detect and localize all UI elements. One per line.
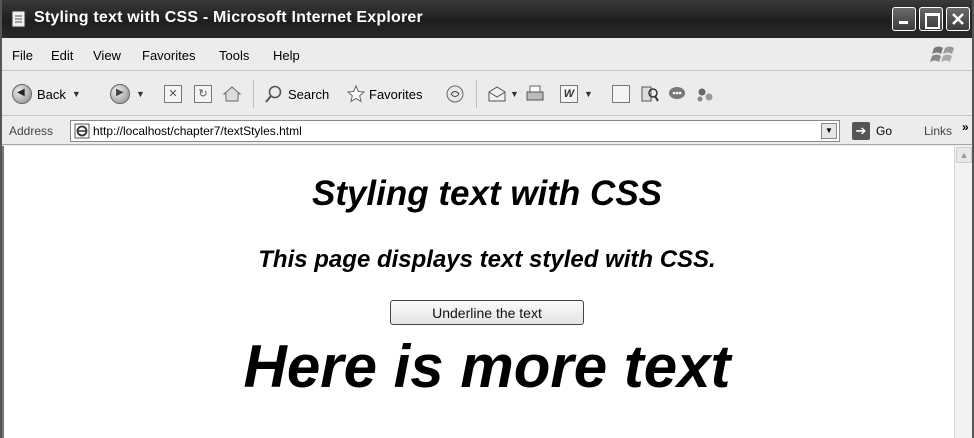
- back-arrow-icon: [12, 84, 32, 104]
- discuss-button[interactable]: [612, 82, 630, 106]
- chevron-down-icon: ▼: [71, 89, 81, 99]
- related-button[interactable]: [694, 82, 716, 106]
- related-icon: [697, 88, 713, 102]
- menu-tools[interactable]: Tools: [219, 48, 249, 63]
- search-label: Search: [288, 86, 330, 102]
- address-dropdown-button[interactable]: ▼: [821, 123, 837, 139]
- favorites-button[interactable]: Favorites: [346, 82, 422, 106]
- toolbar-divider: [253, 80, 254, 108]
- document-icon: [11, 10, 26, 28]
- back-label: Back: [37, 86, 66, 102]
- toolbar-divider: [476, 80, 477, 108]
- research-icon: [641, 86, 659, 102]
- media-button[interactable]: [444, 82, 466, 106]
- menu-view[interactable]: View: [93, 48, 121, 63]
- large-text: Here is more text: [243, 333, 731, 400]
- go-arrow-icon: ➔: [852, 122, 870, 140]
- mail-icon: [488, 86, 506, 102]
- page-heading: Styling text with CSS: [311, 174, 663, 213]
- print-button[interactable]: [524, 82, 546, 106]
- maximize-button[interactable]: [919, 7, 943, 31]
- browser-window: Styling text with CSS - Microsoft Intern…: [0, 0, 974, 438]
- menu-file[interactable]: File: [12, 48, 33, 63]
- close-icon: [952, 13, 964, 25]
- go-button[interactable]: ➔ Go: [852, 121, 892, 141]
- star-icon: [346, 84, 366, 103]
- chevron-down-icon: ▼: [136, 89, 145, 99]
- forward-arrow-icon: [110, 84, 130, 104]
- page-subheading: This page displays text styled with CSS.: [258, 246, 716, 273]
- standard-toolbar: Back ▼ ▼ ✕ ↻ Search: [2, 72, 972, 116]
- stop-button[interactable]: ✕: [164, 82, 182, 106]
- menu-edit[interactable]: Edit: [51, 48, 73, 63]
- media-icon: [446, 85, 464, 103]
- minimize-button[interactable]: [892, 7, 916, 31]
- address-label: Address: [9, 124, 54, 138]
- home-button[interactable]: [222, 82, 242, 106]
- chevron-right-icon[interactable]: »: [962, 120, 969, 134]
- back-button[interactable]: Back ▼: [12, 82, 81, 106]
- messenger-button[interactable]: [667, 82, 687, 106]
- go-label: Go: [876, 124, 893, 138]
- messenger-icon: [669, 87, 685, 99]
- word-edit-icon: W: [560, 85, 578, 103]
- underline-button[interactable]: Underline the text: [390, 300, 584, 325]
- refresh-button[interactable]: ↻: [194, 82, 212, 106]
- scroll-up-icon[interactable]: ▲: [956, 147, 972, 163]
- window-title: Styling text with CSS - Microsoft Intern…: [34, 9, 423, 26]
- search-icon: [265, 85, 282, 103]
- search-button[interactable]: Search: [264, 82, 329, 106]
- address-bar: Address http://localhost/chapter7/textSt…: [2, 117, 972, 145]
- address-url: http://localhost/chapter7/textStyles.htm…: [93, 124, 302, 138]
- title-bar: Styling text with CSS - Microsoft Intern…: [2, 0, 972, 38]
- address-input[interactable]: http://localhost/chapter7/textStyles.htm…: [70, 120, 840, 142]
- vertical-scrollbar[interactable]: ▲: [954, 146, 972, 438]
- edit-button[interactable]: W ▼: [560, 82, 593, 106]
- research-button[interactable]: [640, 82, 660, 106]
- chevron-down-icon: ▼: [584, 89, 593, 99]
- close-button[interactable]: [946, 7, 970, 31]
- menu-favorites[interactable]: Favorites: [142, 48, 195, 63]
- discuss-icon: [612, 85, 630, 103]
- favorites-label: Favorites: [369, 86, 423, 102]
- ie-page-icon: [74, 123, 90, 139]
- page-content: Styling text with CSS This page displays…: [2, 146, 954, 438]
- menu-bar: File Edit View Favorites Tools Help: [2, 38, 972, 71]
- menu-help[interactable]: Help: [273, 48, 300, 63]
- forward-button[interactable]: ▼: [110, 82, 145, 106]
- refresh-icon: ↻: [194, 85, 212, 103]
- home-icon: [222, 86, 242, 102]
- printer-icon: [526, 85, 544, 101]
- chevron-down-icon: ▼: [510, 89, 519, 99]
- mail-button[interactable]: ▼: [486, 82, 519, 106]
- stop-icon: ✕: [164, 85, 182, 103]
- windows-logo-icon: [930, 46, 954, 62]
- links-button[interactable]: Links: [924, 124, 952, 138]
